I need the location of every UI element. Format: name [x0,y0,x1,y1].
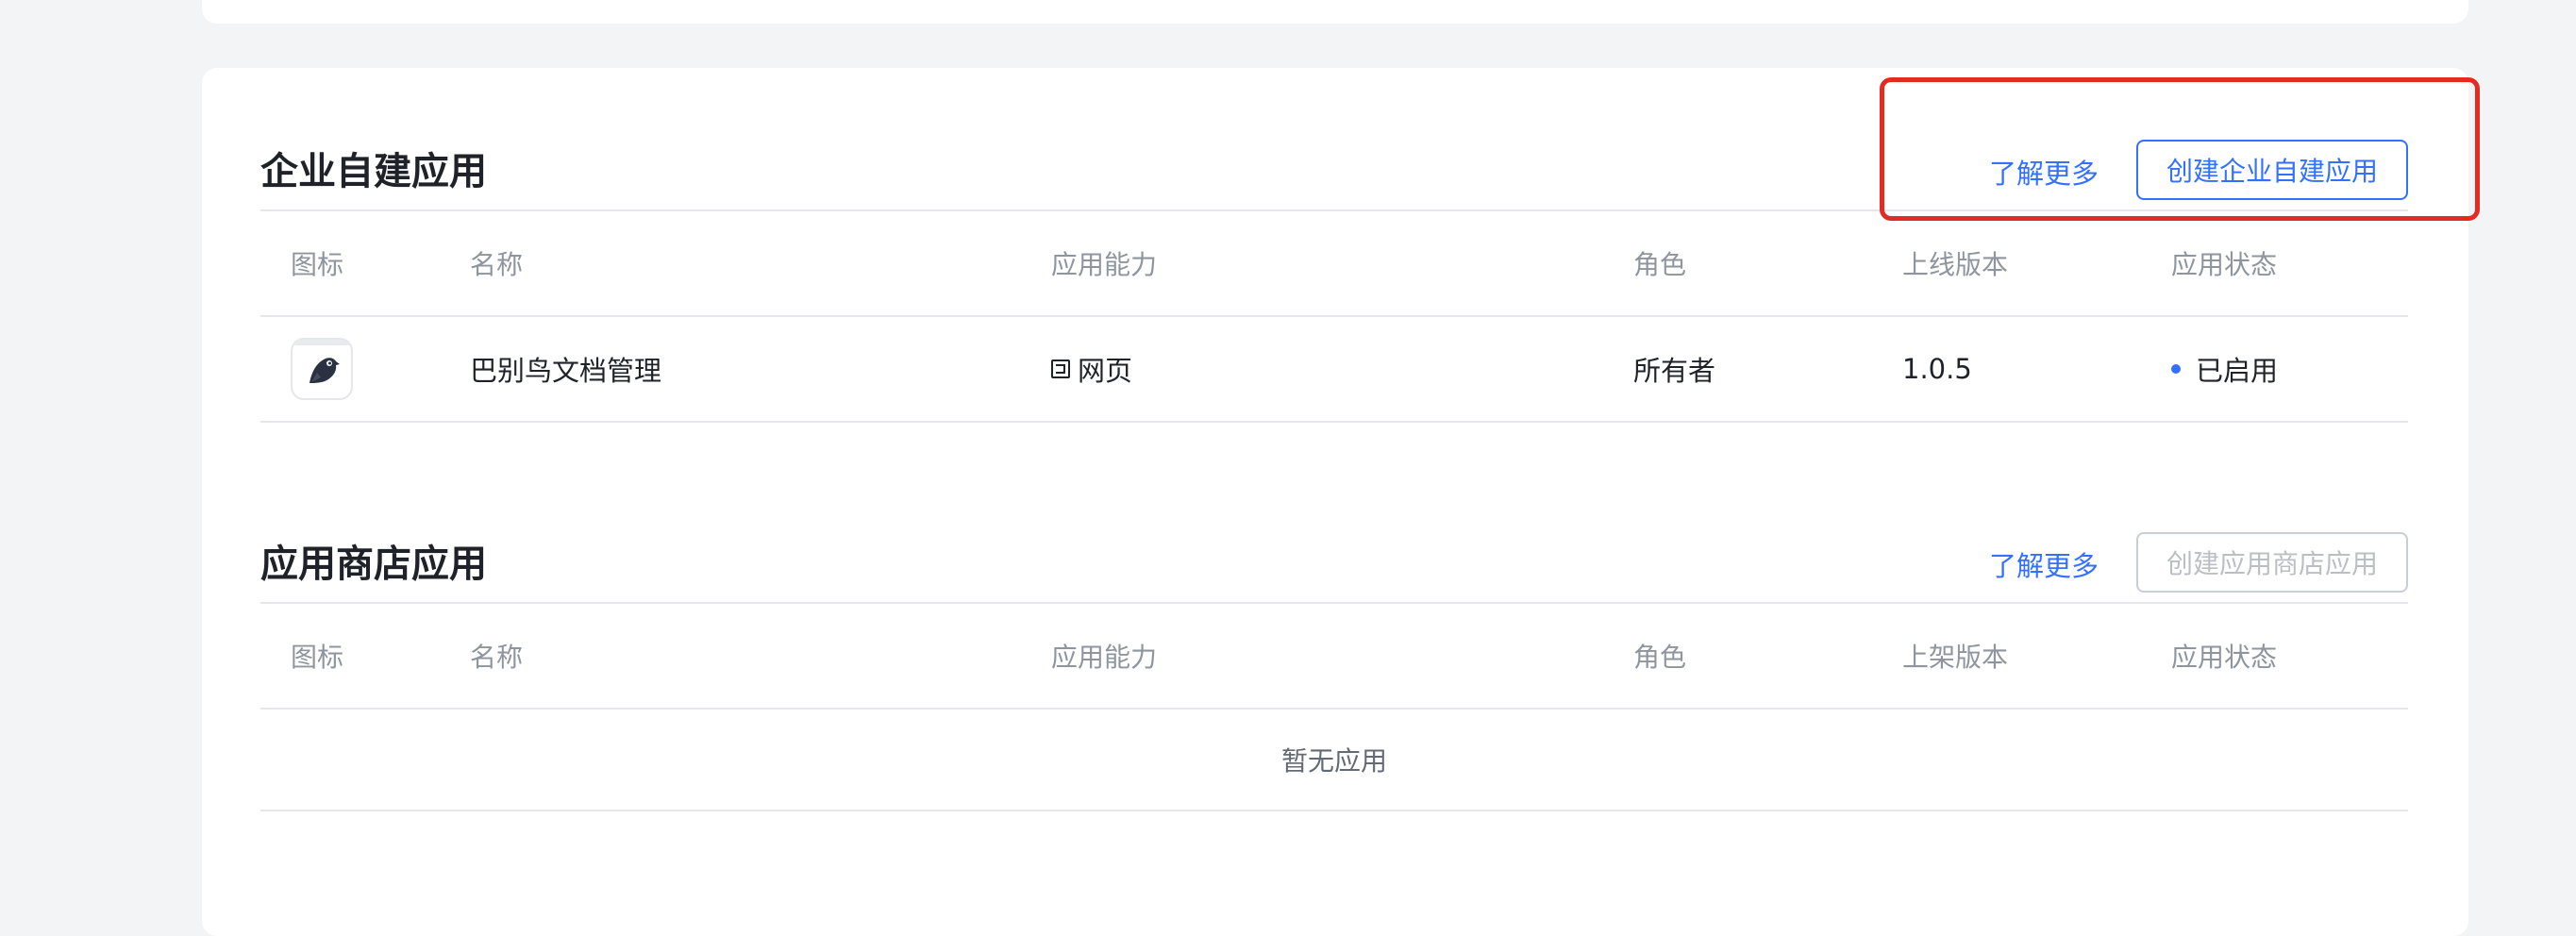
app-ability-label: 网页 [1078,355,1133,387]
column-header-role: 角色 [1633,249,1687,280]
store-apps-title: 应用商店应用 [260,543,487,586]
app-role: 所有者 [1633,355,1716,387]
app-status-label: 已启用 [2196,355,2279,387]
bird-icon [309,358,340,383]
column-header-version: 上线版本 [1902,249,2009,280]
custom-apps-title: 企业自建应用 [260,150,487,193]
custom-apps-table-header: 图标 名称 应用能力 角色 上线版本 应用状态 [260,211,2408,317]
table-row[interactable]: 巴别鸟文档管理 网页 所有者 1.0.5 已启用 [260,317,2408,423]
column-header-name: 名称 [470,642,524,673]
create-custom-app-button[interactable]: 创建企业自建应用 [2136,140,2408,200]
column-header-status: 应用状态 [2171,642,2278,673]
column-header-ability: 应用能力 [1051,249,1158,280]
app-icon-cell [291,317,353,421]
column-header-role: 角色 [1633,642,1687,673]
previous-card [202,0,2468,24]
empty-state-row: 暂无应用 [260,710,2408,811]
bird-app-icon [291,338,353,400]
column-header-version: 上架版本 [1902,642,2009,673]
column-header-status: 应用状态 [2171,249,2278,280]
app-version: 1.0.5 [1902,353,1972,385]
custom-apps-header: 企业自建应用 了解更多 创建企业自建应用 [260,126,2408,211]
store-apps-table-header: 图标 名称 应用能力 角色 上架版本 应用状态 [260,604,2408,710]
app-ability: 网页 [1051,317,1132,421]
webpage-icon [1051,359,1070,378]
column-header-icon: 图标 [291,249,344,280]
apps-card: 企业自建应用 了解更多 创建企业自建应用 图标 名称 应用能力 角色 上线版本 … [202,68,2468,936]
store-apps-learn-more-link[interactable]: 了解更多 [1989,548,2099,584]
column-header-icon: 图标 [291,642,344,673]
store-apps-section: 应用商店应用 了解更多 创建应用商店应用 图标 名称 应用能力 角色 上架版本 … [260,519,2408,811]
status-dot-icon [2171,364,2181,374]
app-status: 已启用 [2171,317,2278,421]
app-name[interactable]: 巴别鸟文档管理 [470,317,661,421]
column-header-name: 名称 [470,249,524,280]
create-store-app-button[interactable]: 创建应用商店应用 [2136,532,2408,593]
custom-apps-section: 企业自建应用 了解更多 创建企业自建应用 图标 名称 应用能力 角色 上线版本 … [260,126,2408,423]
store-apps-header: 应用商店应用 了解更多 创建应用商店应用 [260,519,2408,604]
column-header-ability: 应用能力 [1051,642,1158,673]
custom-apps-learn-more-link[interactable]: 了解更多 [1989,156,2099,192]
empty-state-text: 暂无应用 [1280,745,1387,777]
